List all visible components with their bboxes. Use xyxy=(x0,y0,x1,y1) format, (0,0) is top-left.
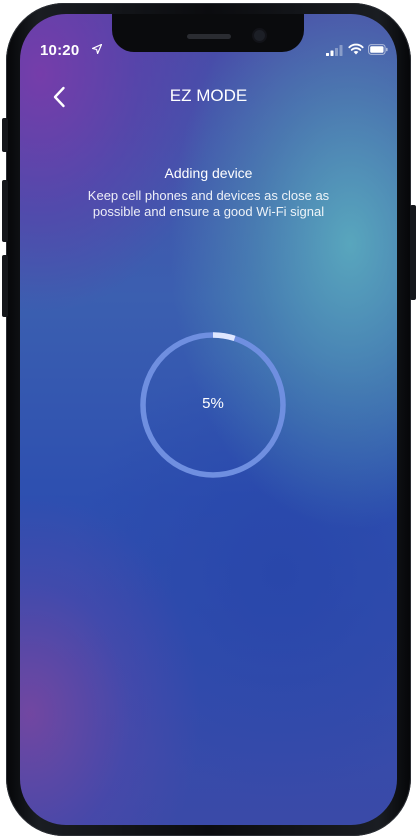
location-arrow-icon xyxy=(92,44,102,54)
speaker-grille xyxy=(187,34,231,39)
adding-device-title: Adding device xyxy=(164,165,253,181)
screen: 10:20 EZ MODE Adding device Keep cell ph… xyxy=(20,14,397,825)
cellular-signal-icon xyxy=(326,45,343,56)
notch xyxy=(112,14,304,52)
volume-up-button xyxy=(2,180,8,242)
progress-percentage: 5% xyxy=(202,395,224,412)
volume-down-button xyxy=(2,255,8,317)
silent-switch xyxy=(2,118,8,152)
wifi-icon xyxy=(348,43,364,55)
adding-device-description: Keep cell phones and devices as close as… xyxy=(87,188,330,219)
nav-bar: EZ MODE xyxy=(20,82,397,112)
status-time: 10:20 xyxy=(40,42,80,59)
power-button xyxy=(410,205,416,300)
battery-icon xyxy=(368,44,388,55)
front-camera xyxy=(254,30,265,41)
page-title: EZ MODE xyxy=(169,86,248,105)
